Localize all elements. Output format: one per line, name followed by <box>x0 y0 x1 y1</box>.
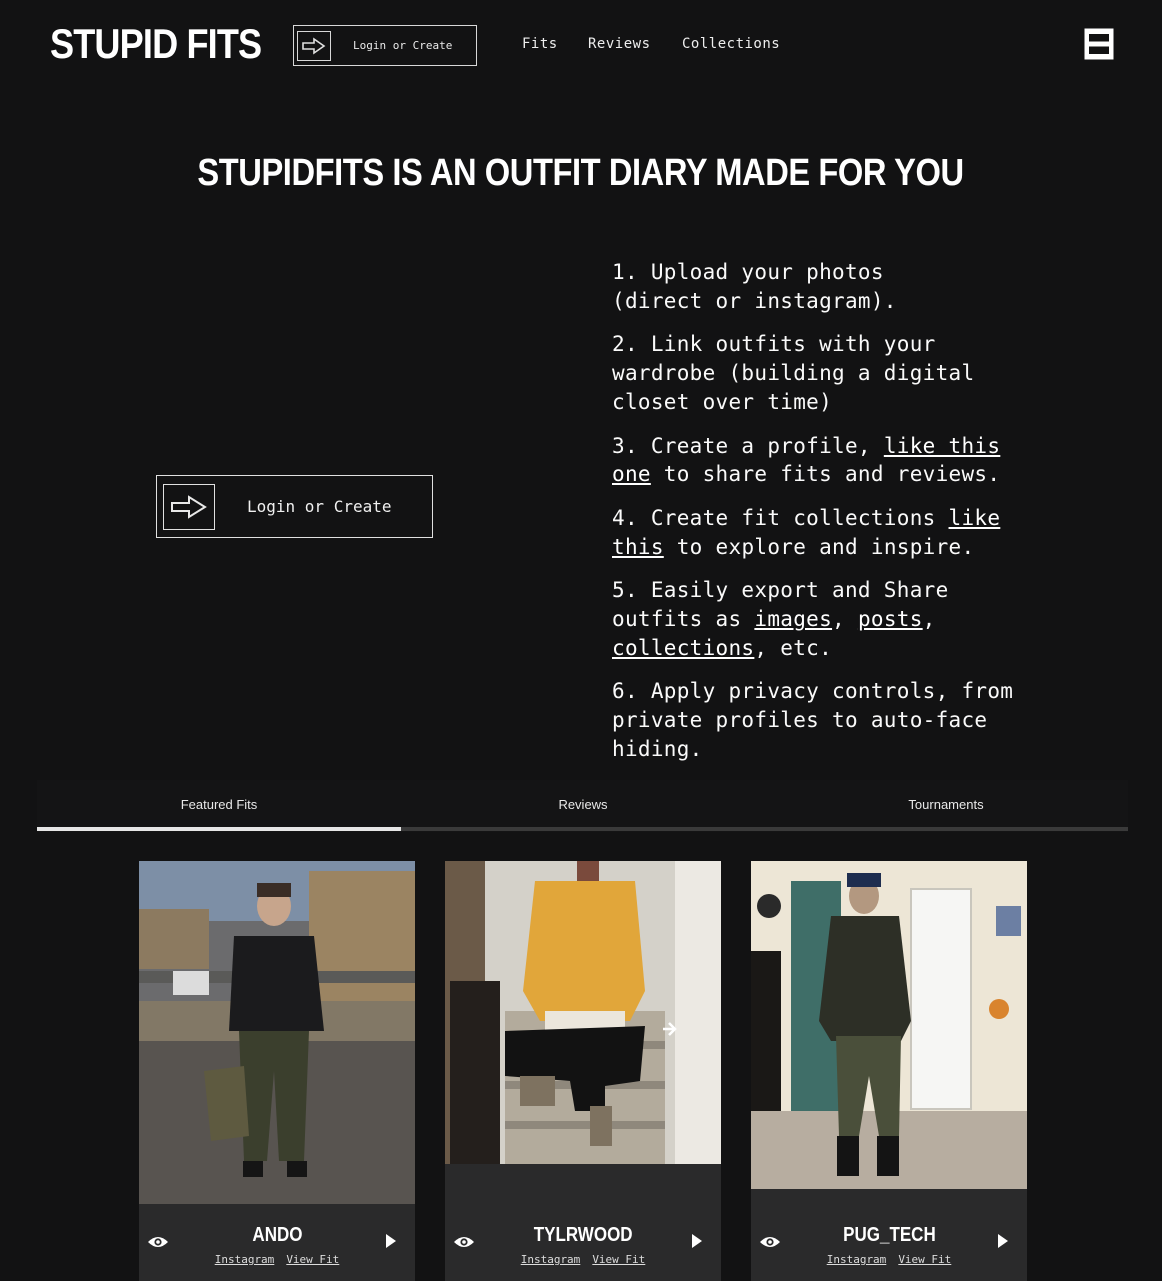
step-text: , <box>922 607 936 632</box>
card-links: Instagram View Fit <box>751 1253 1027 1266</box>
login-arrow-icon <box>163 483 215 530</box>
inline-link[interactable]: images <box>754 607 832 631</box>
view-fit-link[interactable]: View Fit <box>592 1253 645 1266</box>
fit-photo[interactable] <box>445 861 721 1164</box>
step-text: 2. Link outfits with your wardrobe (buil… <box>612 332 975 414</box>
fit-photo[interactable] <box>139 861 415 1204</box>
card-footer: PUG_TECH Instagram View Fit <box>751 1204 1027 1281</box>
hero-title: STUPIDFITS IS AN OUTFIT DIARY MADE FOR Y… <box>197 152 965 194</box>
instagram-link[interactable]: Instagram <box>215 1253 275 1266</box>
next-arrow-icon[interactable] <box>997 1234 1009 1248</box>
fit-photo[interactable] <box>751 861 1027 1189</box>
instagram-link[interactable]: Instagram <box>827 1253 887 1266</box>
header-login-button[interactable]: Login or Create <box>293 25 477 66</box>
step-text: to explore and inspire. <box>663 534 975 559</box>
feature-step-3: 3. Create a profile, like this one to sh… <box>612 432 1132 489</box>
step-text: 6. Apply privacy controls, from private … <box>612 679 1014 761</box>
menu-icon[interactable] <box>1083 27 1115 61</box>
feature-step-5: 5. Easily export and Share outfits as im… <box>612 576 1132 662</box>
card-links: Instagram View Fit <box>139 1253 415 1266</box>
tab-reviews[interactable]: Reviews <box>401 797 765 812</box>
next-arrow-icon[interactable] <box>385 1234 397 1248</box>
feature-step-6: 6. Apply privacy controls, from private … <box>612 677 1132 763</box>
feature-step-1: 1. Upload your photos (direct or instagr… <box>612 258 1132 315</box>
card-footer: TYLRWOOD Instagram View Fit <box>445 1204 721 1281</box>
fit-card[interactable]: TYLRWOOD Instagram View Fit <box>445 861 721 1281</box>
site-logo[interactable]: STUPID FITS <box>50 18 262 70</box>
step-text: , etc. <box>754 635 833 660</box>
card-links: Instagram View Fit <box>445 1253 721 1266</box>
step-text: to share fits and reviews. <box>650 462 1001 487</box>
nav-fits[interactable]: Fits <box>522 36 558 52</box>
card-footer: ANDO Instagram View Fit <box>139 1204 415 1281</box>
feature-step-2: 2. Link outfits with your wardrobe (buil… <box>612 330 1132 416</box>
next-arrow-icon[interactable] <box>691 1234 703 1248</box>
nav-reviews[interactable]: Reviews <box>588 36 651 52</box>
nav-collections[interactable]: Collections <box>682 36 780 52</box>
step-text: 1. Upload your photos (direct or instagr… <box>612 260 897 313</box>
fit-card[interactable]: ANDO Instagram View Fit <box>139 861 415 1281</box>
card-username[interactable]: ANDO <box>139 1224 415 1247</box>
inline-link[interactable]: posts <box>858 607 923 631</box>
step-text: , <box>832 607 858 632</box>
step-text: 4. Create fit collections <box>612 505 949 530</box>
feature-step-4: 4. Create fit collections like this to e… <box>612 504 1132 561</box>
view-fit-link[interactable]: View Fit <box>286 1253 339 1266</box>
tab-featured-fits[interactable]: Featured Fits <box>37 797 401 812</box>
fit-card[interactable]: PUG_TECH Instagram View Fit <box>751 861 1027 1281</box>
content-tabs: Featured Fits Reviews Tournaments <box>37 780 1128 832</box>
login-arrow-icon <box>297 30 331 61</box>
view-fit-link[interactable]: View Fit <box>898 1253 951 1266</box>
instagram-link[interactable]: Instagram <box>521 1253 581 1266</box>
feature-steps-list: 1. Upload your photos (direct or instagr… <box>612 258 1132 779</box>
hero-login-button[interactable]: Login or Create <box>156 475 433 538</box>
tab-tournaments[interactable]: Tournaments <box>764 797 1128 812</box>
step-text: 3. Create a profile, <box>612 433 884 458</box>
active-tab-indicator <box>37 827 401 831</box>
inline-link[interactable]: collections <box>612 636 754 660</box>
hero-login-label: Login or Create <box>247 497 392 516</box>
card-username[interactable]: TYLRWOOD <box>445 1224 721 1247</box>
header-login-label: Login or Create <box>353 39 453 52</box>
card-username[interactable]: PUG_TECH <box>751 1224 1027 1247</box>
